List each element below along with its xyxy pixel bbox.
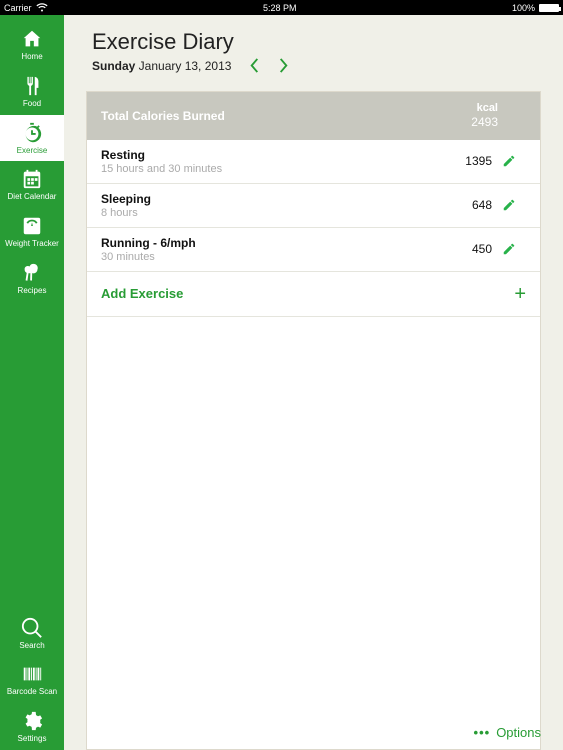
edit-entry-button[interactable] (492, 154, 526, 168)
battery-icon (539, 4, 559, 12)
empty-area (87, 317, 540, 749)
sidebar-item-food[interactable]: Food (0, 68, 64, 115)
sidebar-item-label: Food (23, 100, 41, 109)
more-dots-icon: ••• (474, 725, 491, 740)
entry-value: 1395 (436, 154, 492, 168)
wifi-icon (36, 3, 48, 12)
sidebar-item-label: Search (19, 642, 44, 651)
footer: ••• Options (64, 715, 563, 750)
entry-subtitle: 8 hours (101, 207, 436, 219)
main-content: Exercise Diary Sunday January 13, 2013 T… (64, 15, 563, 750)
barcode-icon (21, 663, 43, 685)
entry-row[interactable]: Running - 6/mph 30 minutes 450 (87, 228, 540, 272)
sidebar-item-label: Home (21, 53, 42, 62)
chevron-left-icon (249, 58, 260, 73)
add-exercise-label: Add Exercise (101, 286, 183, 301)
entry-title: Running - 6/mph (101, 236, 436, 250)
totals-label: Total Calories Burned (101, 109, 471, 123)
stopwatch-icon (21, 122, 43, 144)
entry-subtitle: 30 minutes (101, 251, 436, 263)
sidebar-item-label: Diet Calendar (8, 193, 57, 202)
sidebar-item-label: Settings (18, 735, 47, 744)
plus-icon: + (514, 284, 526, 304)
sidebar-item-home[interactable]: Home (0, 21, 64, 68)
sidebar: Home Food Exercise Diet Calendar (0, 15, 64, 750)
sidebar-item-exercise[interactable]: Exercise (0, 115, 64, 162)
options-button[interactable]: ••• Options (474, 725, 541, 740)
chevron-right-icon (278, 58, 289, 73)
calendar-icon (21, 168, 43, 190)
edit-entry-button[interactable] (492, 242, 526, 256)
sidebar-item-label: Exercise (17, 147, 48, 156)
add-exercise-button[interactable]: Add Exercise + (87, 272, 540, 317)
date-prev-button[interactable] (249, 58, 260, 73)
gear-icon (21, 710, 43, 732)
status-carrier: Carrier (4, 3, 32, 13)
entry-row[interactable]: Resting 15 hours and 30 minutes 1395 (87, 140, 540, 184)
sidebar-item-label: Recipes (18, 287, 47, 296)
fork-knife-icon (21, 75, 43, 97)
options-label: Options (496, 725, 541, 740)
entry-subtitle: 15 hours and 30 minutes (101, 163, 436, 175)
sidebar-item-label: Barcode Scan (7, 688, 57, 697)
date-next-button[interactable] (278, 58, 289, 73)
sidebar-item-label: Weight Tracker (5, 240, 59, 249)
status-bar: Carrier 5:28 PM 100% (0, 0, 563, 15)
totals-row: Total Calories Burned kcal 2493 (87, 92, 540, 140)
search-icon (21, 617, 43, 639)
status-battery-pct: 100% (512, 3, 535, 13)
page-header: Exercise Diary Sunday January 13, 2013 (64, 15, 563, 81)
status-time: 5:28 PM (263, 3, 297, 13)
recipes-icon (21, 262, 43, 284)
entry-title: Resting (101, 148, 436, 162)
entry-value: 450 (436, 242, 492, 256)
totals-unit: kcal (471, 102, 498, 115)
sidebar-item-settings[interactable]: Settings (0, 703, 64, 750)
home-icon (21, 28, 43, 50)
sidebar-item-barcode-scan[interactable]: Barcode Scan (0, 656, 64, 703)
exercise-panel: Total Calories Burned kcal 2493 Resting … (86, 91, 541, 750)
sidebar-item-search[interactable]: Search (0, 610, 64, 657)
pencil-icon (502, 242, 516, 256)
edit-entry-button[interactable] (492, 198, 526, 212)
pencil-icon (502, 198, 516, 212)
totals-value: 2493 (471, 115, 498, 129)
entry-row[interactable]: Sleeping 8 hours 648 (87, 184, 540, 228)
page-title: Exercise Diary (92, 29, 535, 55)
sidebar-item-diet-calendar[interactable]: Diet Calendar (0, 161, 64, 208)
header-date: Sunday January 13, 2013 (92, 59, 231, 73)
scale-icon (21, 215, 43, 237)
pencil-icon (502, 154, 516, 168)
sidebar-item-recipes[interactable]: Recipes (0, 255, 64, 302)
entry-title: Sleeping (101, 192, 436, 206)
sidebar-item-weight-tracker[interactable]: Weight Tracker (0, 208, 64, 255)
entry-value: 648 (436, 198, 492, 212)
